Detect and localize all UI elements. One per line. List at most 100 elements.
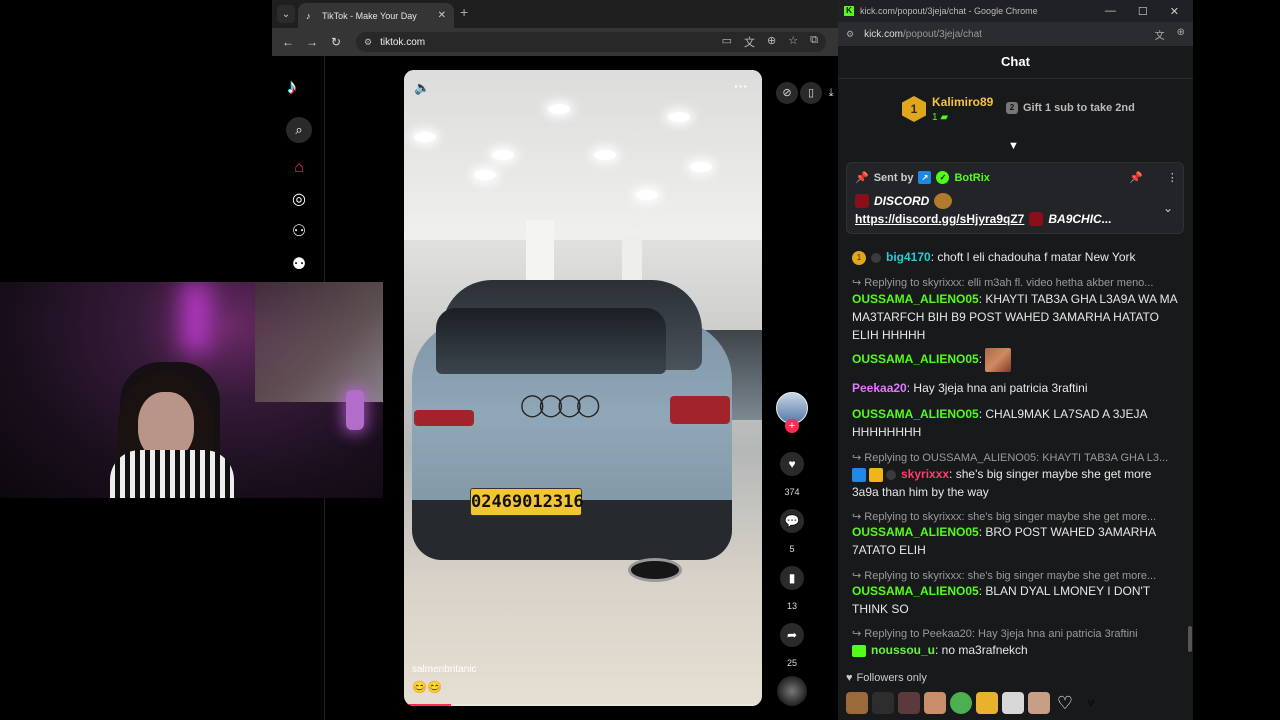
tiktok-favicon-icon: ♪ [306,10,311,21]
discord-link[interactable]: https://discord.gg/sHjyra9qZ7 [855,212,1024,226]
download-icon[interactable]: ⤓ [824,82,838,104]
chat-username[interactable]: OUSSAMA_ALIENO05 [852,352,979,366]
chat-username[interactable]: big4170 [886,250,931,264]
reply-context[interactable]: ↪ Replying to skyrixxx: elli m3ah fl. vi… [852,276,1177,289]
site-info-icon[interactable]: ⚙ [846,29,854,40]
following-icon[interactable]: ⚇ [289,222,309,242]
car-rear-window [436,308,666,374]
emote-button[interactable] [846,692,868,714]
cast-icon[interactable]: ▭ [722,34,732,50]
reply-context[interactable]: ↪ Replying to skyrixxx: she's big singer… [852,569,1177,582]
video-player[interactable]: ◯◯◯◯ 02469012316 🔈 ··· salmenbritanic 😊😊 [404,70,762,706]
window-titlebar: K kick.com/popout/3jeja/chat - Google Ch… [838,0,1193,22]
chat-message[interactable]: noussou_u: no ma3rafnekch [852,641,1177,659]
music-disc-icon[interactable] [777,676,807,706]
pinned-bot-name[interactable]: BotRix [954,172,989,184]
reload-button[interactable]: ↻ [324,35,348,49]
new-tab-button[interactable]: + [460,4,468,20]
emote-button[interactable] [924,692,946,714]
chat-username[interactable]: skyrixxx [901,467,949,481]
maximize-icon[interactable]: ☐ [1138,5,1148,18]
white-heart-emote-icon[interactable]: ♡ [1054,692,1076,714]
chat-message[interactable]: OUSSAMA_ALIENO05: CHAL9MAK LA7SAD A 3JEJ… [852,405,1177,441]
emote-button[interactable] [872,692,894,714]
car-taillight-left [414,410,474,426]
chat-text: : choft l eli chadouha f matar New York [930,250,1136,264]
tab-search-button[interactable]: ⌄ [277,5,295,23]
ceiling-light [636,190,658,200]
volume-icon[interactable]: 🔈 [414,80,430,96]
chat-message[interactable]: OUSSAMA_ALIENO05: [852,348,1177,372]
tiktok-logo[interactable]: ♪ [287,76,311,100]
share-count: 25 [786,658,797,668]
chat-message[interactable]: skyrixxx: she's big singer maybe she get… [852,465,1177,501]
tab-tiktok[interactable]: ♪ TikTok - Make Your Day ✕ [298,3,454,28]
chat-username[interactable]: OUSSAMA_ALIENO05 [852,407,979,421]
emote-button[interactable] [898,692,920,714]
chat-text: : [978,352,983,367]
emote-button[interactable] [1002,692,1024,714]
close-window-icon[interactable]: ✕ [1170,5,1179,18]
emote-button[interactable] [976,692,998,714]
emote-button[interactable] [950,692,972,714]
chat-username[interactable]: Peekaa20 [852,381,907,395]
video-progress-bar[interactable] [404,704,762,706]
unpin-icon[interactable]: 📌 [1129,171,1143,184]
share-arrow-icon[interactable]: ➦ [780,623,804,647]
chat-username[interactable]: noussou_u [871,643,935,657]
chat-username[interactable]: OUSSAMA_ALIENO05 [852,584,979,598]
chat-message[interactable]: Peekaa20: Hay 3jeja hna ani patricia 3ra… [852,379,1177,397]
chat-message[interactable]: 1 big4170: choft l eli chadouha f matar N… [852,248,1177,266]
pinned-more-icon[interactable]: ⋮ [1167,171,1178,184]
translate-icon[interactable]: 文 [1155,27,1165,42]
chat-message[interactable]: OUSSAMA_ALIENO05: BRO POST WAHED 3AMARHA… [852,523,1177,559]
explore-icon[interactable]: ◎ [289,190,309,210]
minimize-icon[interactable]: — [1105,5,1116,18]
site-info-icon[interactable]: ⚙ [364,37,372,48]
pinned-tail-text: BA9CHIC... [1048,212,1112,226]
reply-context[interactable]: ↪ Replying to skyrixxx: she's big singer… [852,510,1177,523]
compass-icon[interactable]: ⊘ [776,82,798,104]
gift-sub-button[interactable]: 2 Gift 1 sub to take 2nd [1006,102,1135,114]
bookmark-icon[interactable]: ▮ [780,566,804,590]
home-icon[interactable]: ⌂ [289,158,309,178]
address-bar[interactable]: ⚙ kick.com/popout/3jeja/chat 文 ⊕ [838,22,1193,46]
chat-header-divider [838,78,1193,79]
chat-message[interactable]: OUSSAMA_ALIENO05: KHAYTI TAB3A GHA L3A9A… [852,290,1177,344]
collapse-leaderboard-icon[interactable]: ▼ [1008,140,1019,152]
back-button[interactable]: ← [276,35,300,49]
black-heart-emote-icon[interactable]: ♥ [1080,692,1102,714]
reply-context[interactable]: ↪ Replying to OUSSAMA_ALIENO05: KHAYTI T… [852,451,1177,464]
search-icon[interactable]: ⌕ [286,117,312,143]
ceiling-light [474,170,496,180]
translate-icon[interactable]: 文 [744,34,755,50]
like-heart-icon[interactable]: ♥ [780,452,804,476]
window-title: kick.com/popout/3jeja/chat - Google Chro… [860,6,1038,16]
extensions-icon[interactable]: ⧉ [810,34,818,50]
zoom-icon[interactable]: ⊕ [767,34,776,50]
follow-plus-icon[interactable]: + [785,419,799,433]
car-taillight-right [670,396,730,424]
expand-pinned-icon[interactable]: ⌄ [1163,201,1173,215]
chat-username[interactable]: OUSSAMA_ALIENO05 [852,525,979,539]
close-tab-icon[interactable]: ✕ [438,10,446,21]
pin-icon: 📌 [855,172,869,184]
phone-icon[interactable]: ▯ [800,82,822,104]
chat-scrollbar[interactable] [1188,626,1192,652]
address-bar[interactable]: ⚙ tiktok.com ▭ 文 ⊕ ☆ ⧉ [356,32,826,52]
forward-button[interactable]: → [300,35,324,49]
video-author[interactable]: salmenbritanic [412,664,476,675]
gift-leader-username[interactable]: Kalimiro89 [932,95,993,109]
verified-badge-icon: ✓ [936,171,950,184]
friends-icon[interactable]: ⚉ [289,255,309,275]
reply-context[interactable]: ↪ Replying to Peekaa20: Hay 3jeja hna an… [852,627,1177,640]
bookmark-star-icon[interactable]: ☆ [788,34,798,50]
chat-message[interactable]: OUSSAMA_ALIENO05: BLAN DYAL LMONEY I DON… [852,582,1177,618]
comment-icon[interactable]: 💬 [780,509,804,533]
ceiling-light [414,132,436,142]
zoom-icon[interactable]: ⊕ [1177,27,1185,42]
chat-username[interactable]: OUSSAMA_ALIENO05 [852,292,979,306]
more-options-icon[interactable]: ··· [734,78,748,94]
emote-button[interactable] [1028,692,1050,714]
pinned-line-2: https://discord.gg/sHjyra9qZ7 BA9CHIC... [855,212,1112,226]
